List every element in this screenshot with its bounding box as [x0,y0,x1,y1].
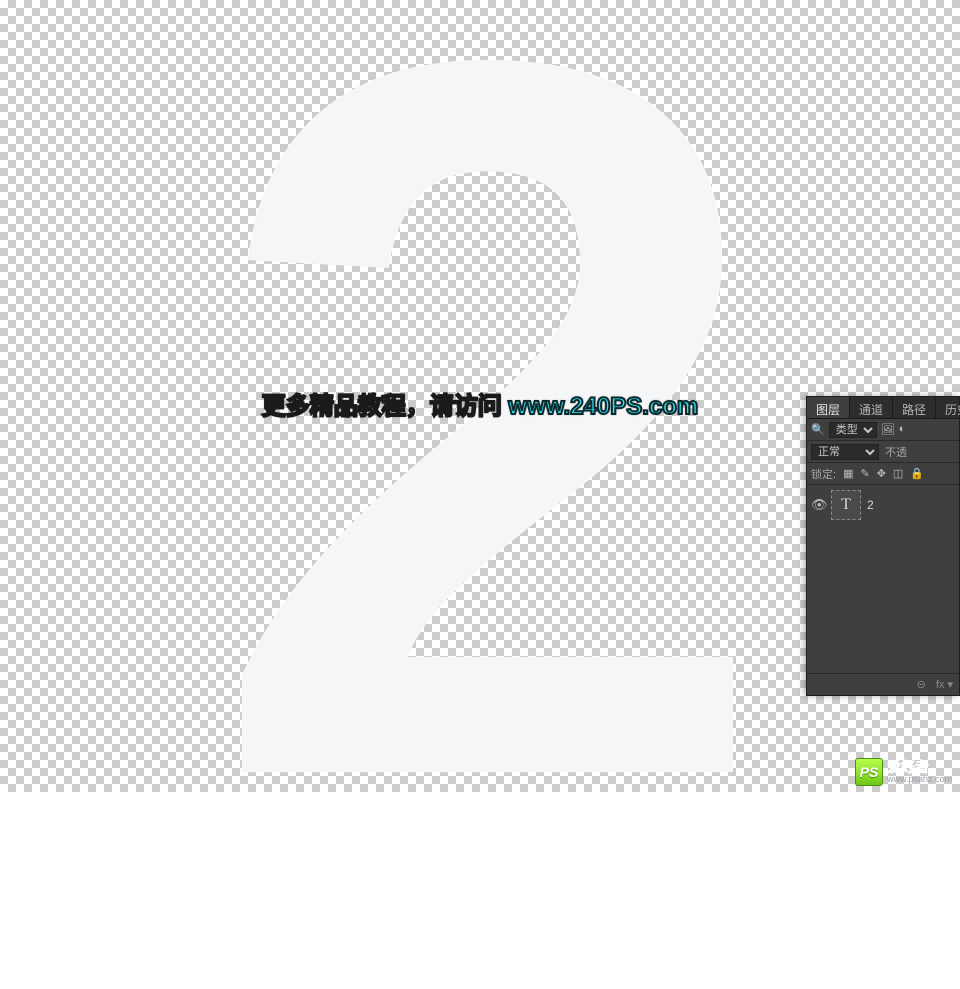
filter-adjust-icon[interactable]: ◐ [899,423,913,437]
lock-brush-icon[interactable]: ✎ [860,467,869,480]
layer-name[interactable]: 2 [867,498,874,512]
watermark-label: 爱好者 [887,760,952,775]
layers-panel: 图层 通道 路径 历史 🔍 类型 🖼 ◐ 正常 不透 锁定: ▦ ✎ ✥ ◫ 🔒… [806,396,960,696]
link-layers-icon[interactable]: ⊝ [917,678,926,691]
overlay-prefix: 更多精品教程，请访问 [262,393,509,420]
blend-mode-row: 正常 不透 [807,441,959,463]
lock-pixels-icon[interactable]: ▦ [843,467,853,480]
watermark-url: www.psahz.com [887,775,952,784]
layer-row[interactable]: 👁 T 2 [807,485,959,525]
tab-history[interactable]: 历史 [936,397,960,418]
layer-filter-row: 🔍 类型 🖼 ◐ [807,419,959,441]
opacity-label: 不透 [885,444,907,460]
lock-label: 锁定: [811,466,836,482]
layer-fx-icon[interactable]: fx ▾ [936,678,953,691]
tutorial-overlay-text: 更多精品教程，请访问 www.240PS.com [262,386,699,421]
panel-tabs: 图层 通道 路径 历史 [807,397,959,419]
layer-thumbnail[interactable]: T [831,490,861,520]
lock-artboard-icon[interactable]: ◫ [893,467,903,480]
visibility-toggle-icon[interactable]: 👁 [811,497,825,513]
watermark-text: 爱好者 www.psahz.com [887,760,952,784]
filter-image-icon[interactable]: 🖼 [881,423,895,437]
blend-mode-select[interactable]: 正常 [811,444,879,460]
tab-layers[interactable]: 图层 [807,397,850,418]
tab-paths[interactable]: 路径 [893,397,936,418]
lock-move-icon[interactable]: ✥ [877,467,886,480]
watermark-logo: PS [855,758,883,786]
overlay-url: www.240PS.com [508,393,698,420]
lock-row: 锁定: ▦ ✎ ✥ ◫ 🔒 [807,463,959,485]
layer-filter-type[interactable]: 类型 [829,422,877,438]
panel-footer: ⊝ fx ▾ [807,673,959,695]
text-layer-badge: T [841,496,851,514]
layer-list: 👁 T 2 [807,485,959,673]
tab-channels[interactable]: 通道 [850,397,893,418]
lock-all-icon[interactable]: 🔒 [910,467,924,480]
watermark: PS 爱好者 www.psahz.com [855,758,952,786]
search-icon[interactable]: 🔍 [811,423,825,436]
